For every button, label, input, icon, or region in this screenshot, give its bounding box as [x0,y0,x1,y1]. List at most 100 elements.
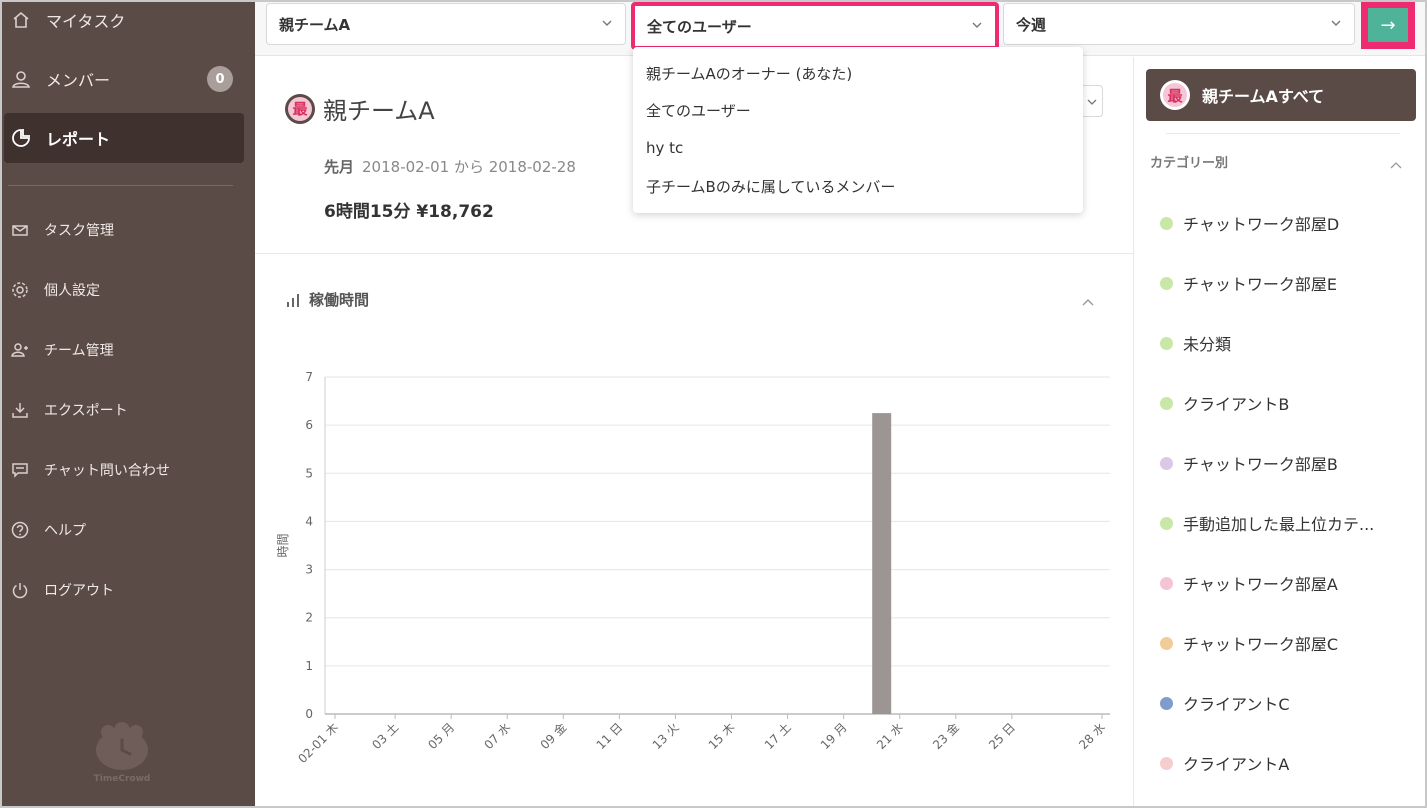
collapse-chevron-icon[interactable] [1081,297,1095,307]
timecrowd-logo: TimeCrowd [82,722,162,792]
y-tick-label: 7 [305,370,313,384]
period-select[interactable]: 今週 [1003,3,1355,45]
power-icon [10,580,30,600]
work-time-section-header: 稼働時間 [285,289,369,310]
report-option-select[interactable] [1083,85,1103,117]
member-count-badge: 0 [207,66,233,92]
y-tick-label: 6 [305,418,313,432]
y-tick-label: 5 [305,466,313,480]
home-icon [10,9,32,31]
logo-text: TimeCrowd [93,774,151,784]
x-tick-label: 23 金 [929,720,962,753]
sidebar-item-label: チャット問い合わせ [44,463,170,479]
category-item[interactable]: クライアントB [1160,391,1289,415]
total-summary: 6時間15分 ¥18,762 [324,202,494,222]
category-item[interactable]: チャットワーク部屋E [1160,271,1337,295]
category-item[interactable]: クライアントA [1160,751,1289,775]
chat-icon [10,460,30,480]
category-item[interactable]: チャットワーク部屋D [1160,211,1339,235]
category-item[interactable]: クライアントC [1160,691,1290,715]
x-tick-label: 07 水 [481,720,513,752]
team-icon [10,340,30,360]
category-color-dot [1160,396,1173,410]
period-select-value: 今週 [1016,15,1047,34]
section-title: 稼働時間 [309,291,370,309]
dropdown-option-child-team-b-member[interactable]: 子チームBのみに属しているメンバー [646,176,895,197]
x-tick-label: 13 火 [650,720,682,752]
inbox-icon [10,220,30,240]
range-text: 2018-02-01 から 2018-02-28 [362,158,576,176]
chevron-down-icon [602,20,612,26]
sidebar-item-members[interactable]: メンバー 0 [0,54,255,104]
sidebar-item-reports[interactable]: レポート [4,113,244,163]
panel-divider [1166,133,1400,134]
sidebar-item-export[interactable]: エクスポート [0,385,255,435]
work-time-bar-chart: 0 1 2 3 4 5 6 7 時間 02-01 木 03 土 05 月 07 水 09 金 11 日 13 … [276,370,1110,766]
category-item[interactable]: 手動追加した最上位カテ... [1160,511,1374,535]
x-tick-label: 03 土 [369,720,401,752]
user-select-dropdown: 親チームAのオーナー (あなた) 全てのユーザー hy tc 子チームBのみに属… [633,47,1083,213]
all-categories-label: 親チームAすべて [1202,87,1325,106]
sidebar-item-logout[interactable]: ログアウト [0,565,255,615]
x-tick-label: 17 土 [762,720,794,752]
y-tick-label: 3 [305,563,313,577]
pie-chart-icon [10,127,32,149]
range-label: 先月 [324,158,355,176]
sidebar-divider [8,185,233,186]
sidebar-item-my-tasks[interactable]: マイタスク [0,0,255,45]
team-select[interactable]: 親チームA [266,3,626,45]
all-categories-button[interactable]: 最 親チームAすべて [1146,69,1416,121]
dropdown-option-hy-tc[interactable]: hy tc [646,139,683,157]
category-color-dot [1160,696,1173,710]
download-icon [10,400,30,420]
collapse-chevron-icon[interactable] [1390,161,1402,169]
category-item[interactable]: チャットワーク部屋A [1160,571,1338,595]
team-avatar-icon: 最 [1160,80,1190,110]
y-tick-label: 2 [305,611,313,625]
help-icon [10,520,30,540]
sidebar-item-label: 個人設定 [44,283,100,299]
x-tick-label: 11 日 [594,720,626,752]
sidebar-item-label: メンバー [46,71,111,90]
x-tick-label: 05 月 [425,720,457,752]
section-divider [255,253,1133,254]
category-panel: 最 親チームAすべて カテゴリー別 チャットワーク部屋D チャットワーク部屋E … [1133,57,1427,808]
sidebar-item-label: タスク管理 [44,223,114,239]
report-header: 最 親チームA [285,91,435,126]
team-select-value: 親チームA [279,15,351,34]
x-tick-label: 28 水 [1076,720,1108,752]
category-color-dot [1160,216,1173,230]
category-color-dot [1160,516,1173,530]
x-tick-label: 09 金 [537,720,570,753]
dropdown-option-owner[interactable]: 親チームAのオーナー (あなた) [646,63,852,84]
sidebar-item-label: ログアウト [44,583,114,599]
sidebar-item-chat-inquiry[interactable]: チャット問い合わせ [0,445,255,495]
y-tick-label: 1 [305,659,313,673]
apply-filter-button[interactable]: → [1361,1,1415,49]
category-item[interactable]: 未分類 [1160,331,1231,355]
user-select[interactable]: 全てのユーザー [631,2,999,50]
x-tick-label: 19 月 [818,720,850,752]
sidebar-item-help[interactable]: ヘルプ [0,505,255,555]
bar-chart-icon [287,293,299,307]
x-tick-label: 02-01 木 [295,720,341,766]
category-item[interactable]: チャットワーク部屋B [1160,451,1338,475]
gear-icon [10,280,30,300]
sidebar: マイタスク メンバー 0 レポート タスク管理 個人設定 チーム管理 エクスポー… [0,0,255,808]
x-tick-label: 21 水 [874,720,906,752]
arrow-right-icon: → [1368,8,1408,42]
chevron-down-icon [1087,99,1097,105]
category-color-dot [1160,756,1173,770]
data-bar [872,413,892,714]
y-tick-label: 0 [305,707,313,721]
category-item[interactable]: チャットワーク部屋C [1160,631,1338,655]
sidebar-item-task-management[interactable]: タスク管理 [0,205,255,255]
sidebar-item-label: エクスポート [44,403,128,419]
sidebar-item-team-management[interactable]: チーム管理 [0,325,255,375]
sidebar-item-personal-settings[interactable]: 個人設定 [0,265,255,315]
dropdown-option-all-users[interactable]: 全てのユーザー [646,100,751,121]
sidebar-item-label: ヘルプ [44,523,86,539]
sidebar-item-label: レポート [46,130,111,149]
y-axis-label: 時間 [276,533,290,557]
chevron-down-icon [972,22,982,28]
